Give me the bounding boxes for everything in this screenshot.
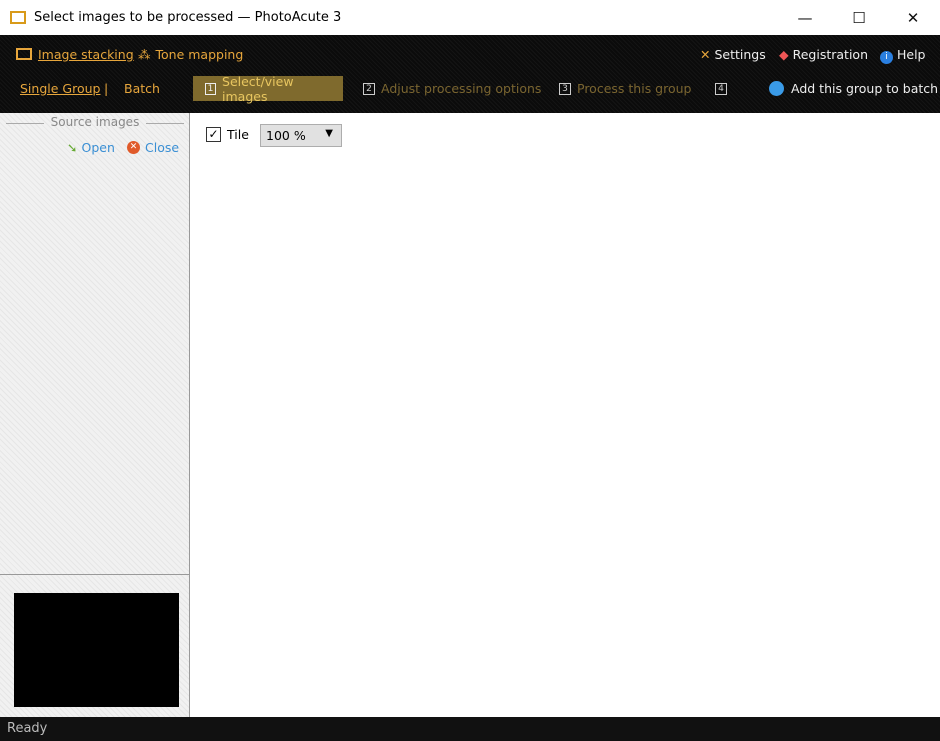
step-number: 1 (205, 82, 217, 95)
close-circle-icon: ✕ (127, 141, 140, 154)
monitor-icon (16, 48, 32, 60)
zoom-select[interactable]: 100 % ▼ (260, 124, 342, 147)
registration-icon: ◆ (779, 47, 789, 62)
batch-tab[interactable]: Batch (124, 76, 160, 101)
add-to-batch-button[interactable]: Add this group to batch (769, 76, 938, 101)
chevron-down-icon: ▼ (325, 128, 333, 139)
source-images-title: Source images (0, 115, 190, 129)
help-button[interactable]: i Help (880, 47, 925, 64)
registration-button[interactable]: ◆ Registration (779, 47, 868, 62)
title-bar: Select images to be processed — PhotoAcu… (0, 0, 940, 35)
settings-button[interactable]: ✕ Settings (700, 47, 766, 62)
close-button[interactable]: ✕ (886, 0, 940, 35)
step-adjust-processing-options[interactable]: 2 Adjust processing options (363, 76, 541, 101)
step-label: Adjust processing options (381, 81, 542, 96)
app-icon (10, 11, 26, 24)
tools-icon: ✕ (700, 47, 711, 62)
step-number: 3 (559, 82, 571, 95)
single-group-tab[interactable]: Single Group (20, 76, 100, 101)
image-view-area: ✓ Tile 100 % ▼ (191, 113, 940, 717)
add-batch-icon (769, 81, 784, 96)
panel-divider[interactable] (0, 574, 190, 575)
separator: | (104, 81, 109, 96)
tile-checkbox[interactable]: ✓ (206, 127, 221, 142)
step-label: Process this group (577, 81, 692, 96)
step-4[interactable]: 4 (715, 76, 733, 101)
minimize-button[interactable]: — (778, 0, 832, 35)
info-icon: i (880, 51, 893, 64)
source-images-panel: Source images ➘ Open ✕ Close (0, 113, 190, 717)
tone-icon: ⁂ (138, 47, 151, 62)
image-preview (14, 593, 179, 707)
step-number: 2 (363, 82, 375, 95)
maximize-button[interactable]: ☐ (832, 0, 886, 35)
open-button[interactable]: ➘ Open (67, 140, 115, 155)
step-process-this-group[interactable]: 3 Process this group (559, 76, 691, 101)
zoom-value: 100 % (266, 128, 306, 143)
status-bar: Ready (0, 717, 940, 741)
close-images-button[interactable]: ✕ Close (127, 140, 179, 155)
open-arrow-icon: ➘ (67, 140, 78, 155)
step-select-view-images[interactable]: 1 Select/view images (193, 73, 343, 104)
tone-mapping-tab[interactable]: ⁂ Tone mapping (138, 47, 243, 62)
step-number: 4 (715, 82, 727, 95)
tile-label: Tile (227, 127, 249, 142)
image-stacking-tab[interactable]: Image stacking (16, 47, 134, 62)
toolbar: Image stacking ⁂ Tone mapping ✕ Settings … (0, 35, 940, 113)
window-title: Select images to be processed — PhotoAcu… (34, 10, 342, 25)
step-label: Select/view images (222, 73, 294, 104)
